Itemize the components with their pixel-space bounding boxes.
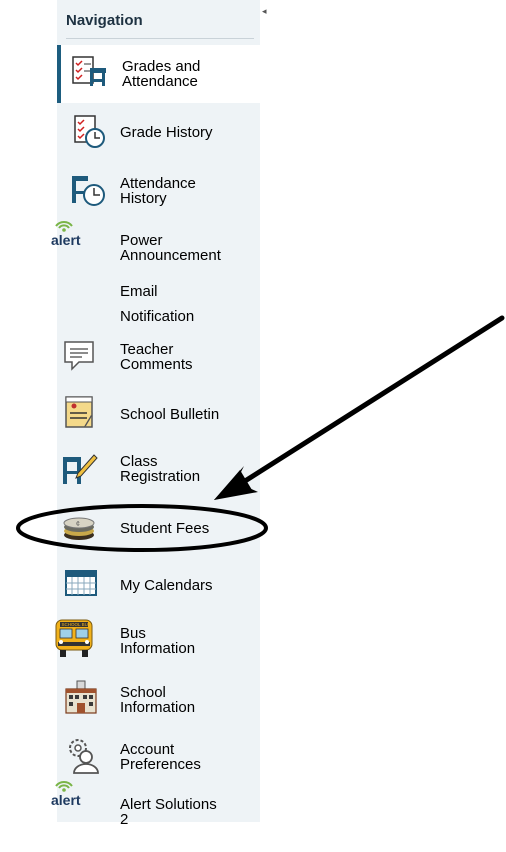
annotation-arrow bbox=[214, 315, 505, 500]
annotation-overlay bbox=[16, 315, 505, 552]
annotation-ellipse bbox=[16, 504, 268, 552]
